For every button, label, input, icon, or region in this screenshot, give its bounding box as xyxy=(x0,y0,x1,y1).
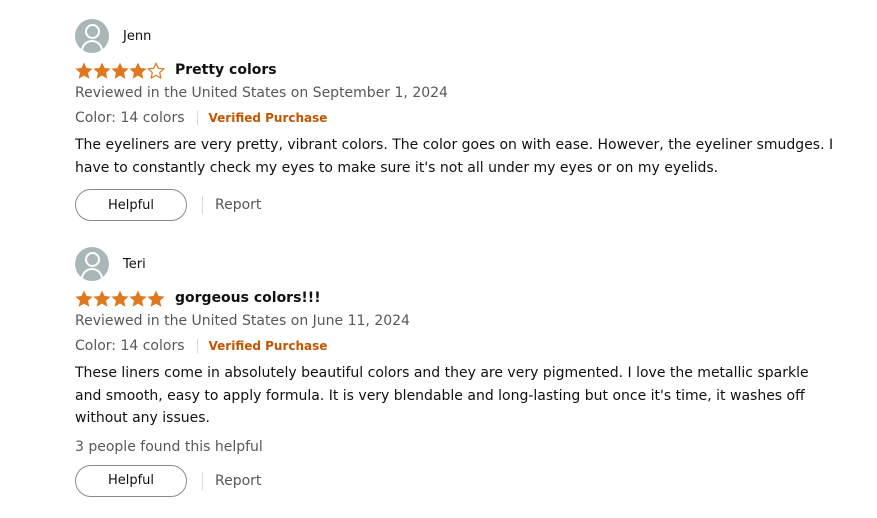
star-filled-icon xyxy=(111,289,129,307)
divider xyxy=(196,339,198,353)
reviewer-profile[interactable]: Jenn xyxy=(75,18,855,54)
divider xyxy=(202,471,203,490)
star-filled-icon xyxy=(147,289,165,307)
divider xyxy=(196,111,198,125)
review-date: Reviewed in the United States on Septemb… xyxy=(75,85,448,101)
divider xyxy=(202,196,203,214)
report-link[interactable]: Report xyxy=(215,197,261,213)
star-filled-icon xyxy=(129,61,147,79)
star-filled-icon xyxy=(111,61,129,79)
product-variant[interactable]: Color: 14 colors xyxy=(75,338,185,354)
star-rating[interactable] xyxy=(75,61,165,79)
avatar-icon xyxy=(75,247,109,281)
review-body: The eyeliners are very pretty, vibrant c… xyxy=(75,137,834,176)
helpful-count: 3 people found this helpful xyxy=(75,438,263,455)
star-filled-icon xyxy=(75,289,93,307)
review-card: Jenn Pretty colors Reviewed in the Unite… xyxy=(75,18,855,221)
helpful-button[interactable]: Helpful xyxy=(75,189,187,221)
verified-purchase-badge[interactable]: Verified Purchase xyxy=(209,339,328,353)
review-title[interactable]: Pretty colors xyxy=(175,62,277,78)
avatar-icon xyxy=(75,19,109,53)
product-variant[interactable]: Color: 14 colors xyxy=(75,110,185,126)
reviewer-profile[interactable]: Teri xyxy=(75,246,855,282)
report-link[interactable]: Report xyxy=(215,473,261,489)
helpful-button[interactable]: Helpful xyxy=(75,464,187,497)
review-date: Reviewed in the United States on June 11… xyxy=(75,313,410,329)
review-body: These liners come in absolutely beautifu… xyxy=(75,365,809,426)
star-filled-icon xyxy=(93,61,111,79)
star-empty-icon xyxy=(147,62,165,79)
verified-purchase-badge[interactable]: Verified Purchase xyxy=(209,111,328,125)
star-filled-icon xyxy=(93,289,111,307)
review-card: Teri gorgeous colors!!! Reviewed in the … xyxy=(75,246,855,497)
reviewer-name[interactable]: Jenn xyxy=(123,29,151,44)
star-filled-icon xyxy=(75,61,93,79)
star-filled-icon xyxy=(129,289,147,307)
review-title[interactable]: gorgeous colors!!! xyxy=(175,290,321,306)
star-rating[interactable] xyxy=(75,289,165,307)
reviewer-name[interactable]: Teri xyxy=(123,257,146,272)
